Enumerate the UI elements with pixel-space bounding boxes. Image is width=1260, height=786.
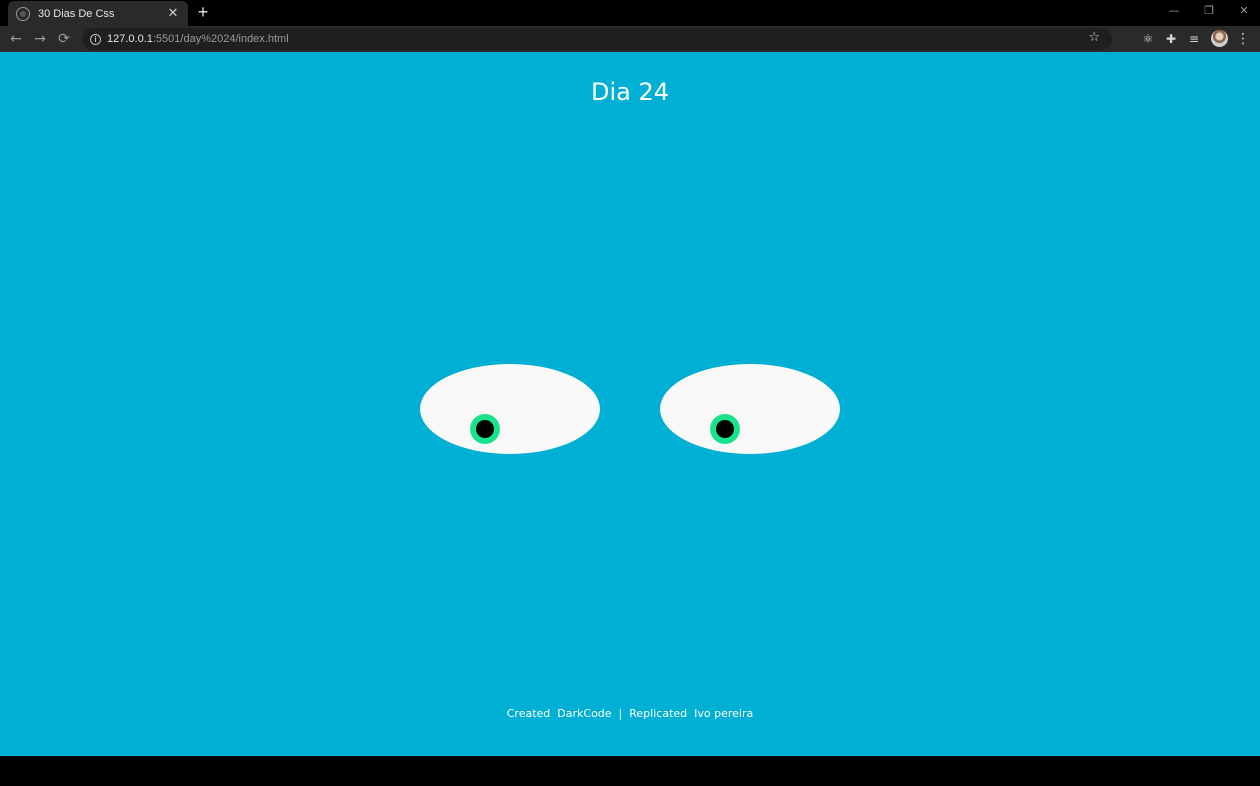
left-iris: [470, 414, 500, 444]
info-icon[interactable]: i: [90, 33, 101, 45]
react-devtools-icon[interactable]: ⚛: [1140, 31, 1156, 47]
footer-separator: |: [618, 707, 623, 720]
right-eye: [660, 364, 840, 454]
browser-tab[interactable]: 30 Dias De Css ✕: [8, 1, 188, 26]
left-eye: [420, 364, 600, 454]
close-window-button[interactable]: ✕: [1234, 4, 1254, 17]
right-pupil: [716, 420, 734, 438]
extensions-icon[interactable]: ✚: [1163, 31, 1179, 47]
left-pupil: [476, 420, 494, 438]
tab-title: 30 Dias De Css: [38, 7, 115, 20]
forward-button[interactable]: →: [31, 30, 49, 48]
replicated-by: Ivo pereira: [694, 707, 754, 720]
url-host: 127.0.0.1: [107, 33, 153, 45]
page-title: Dia 24: [590, 78, 670, 106]
profile-avatar[interactable]: [1211, 30, 1228, 47]
minimize-button[interactable]: —: [1164, 4, 1184, 17]
created-by: DarkCode: [557, 707, 612, 720]
address-bar[interactable]: i 127.0.0.1:5501/day%2024/index.html ☆: [82, 28, 1112, 50]
star-icon[interactable]: ☆: [1088, 30, 1100, 45]
menu-icon[interactable]: ⋮: [1236, 30, 1250, 48]
bottom-bar: [0, 756, 1260, 786]
back-button[interactable]: ←: [7, 30, 25, 48]
url-text[interactable]: 127.0.0.1:5501/day%2024/index.html: [107, 33, 289, 45]
page-viewport: Dia 24 Created DarkCode | Replicated Ivo…: [0, 52, 1260, 756]
replicated-label: Replicated: [629, 707, 688, 720]
right-iris: [710, 414, 740, 444]
url-path: :5501/day%2024/index.html: [152, 33, 289, 45]
tab-strip: 30 Dias De Css ✕ + — ❐ ✕: [0, 0, 1260, 26]
browser-toolbar: ← → ⟳ i 127.0.0.1:5501/day%2024/index.ht…: [0, 26, 1260, 52]
footer-credits: Created DarkCode | Replicated Ivo pereir…: [0, 707, 1260, 720]
created-label: Created: [506, 707, 551, 720]
new-tab-button[interactable]: +: [194, 3, 212, 21]
restore-button[interactable]: ❐: [1199, 4, 1219, 17]
reading-list-icon[interactable]: ≡: [1186, 31, 1202, 47]
reload-button[interactable]: ⟳: [55, 30, 73, 48]
globe-icon: [16, 6, 30, 21]
close-tab-icon[interactable]: ✕: [166, 6, 180, 21]
